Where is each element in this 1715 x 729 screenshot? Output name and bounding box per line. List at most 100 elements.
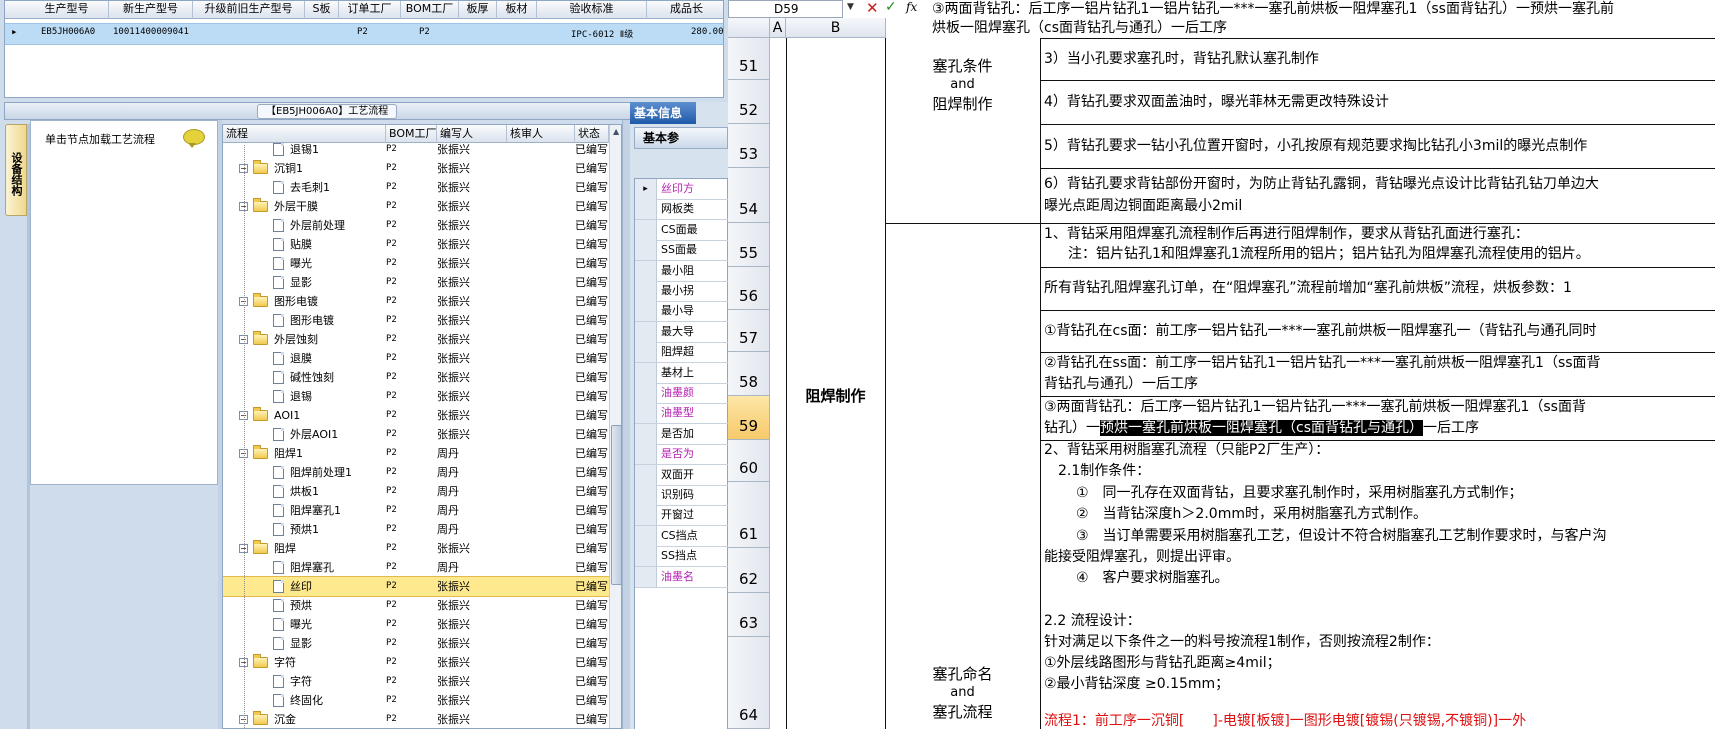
tree-row[interactable]: 退锡1 P2 张振兴 已编写: [223, 140, 609, 159]
row-header[interactable]: 56: [728, 267, 770, 310]
tree-row[interactable]: 退锡 P2 张振兴 已编写: [223, 387, 609, 406]
tree-row[interactable]: 预烘 P2 张振兴 已编写: [223, 596, 609, 615]
category-naming-title[interactable]: 塞孔命名 and 塞孔流程: [885, 664, 1040, 722]
tree-row[interactable]: 碱性蚀刻 P2 张振兴 已编写: [223, 368, 609, 387]
param-row[interactable]: 网板类: [635, 199, 728, 221]
cell-d60-line1[interactable]: 2、背钻采用树脂塞孔流程（只能P2厂生产）：: [1044, 441, 1329, 460]
cell-d55-line2[interactable]: 注：铝片钻孔1和阻焊塞孔1流程所用的铝片；铝片钻孔为阻焊塞孔流程使用的铝片。: [1068, 245, 1590, 264]
select-all-corner[interactable]: [728, 18, 770, 38]
param-row[interactable]: SS挡点: [635, 546, 728, 568]
cell-order-factory[interactable]: P2: [357, 27, 368, 37]
param-row[interactable]: 阻焊超: [635, 342, 728, 364]
param-row[interactable]: CS面最: [635, 219, 728, 241]
param-row[interactable]: 基材上: [635, 362, 728, 384]
cell-d61-line1[interactable]: ① 同一孔存在双面背钻，且要求塞孔制作时，采用树脂塞孔方式制作；: [1076, 484, 1523, 503]
param-row[interactable]: 最小阻: [635, 260, 728, 282]
param-row[interactable]: 开窗过: [635, 505, 728, 527]
row-header[interactable]: 60: [728, 440, 770, 482]
cell-d64-line2[interactable]: 针对满足以下条件之一的料号按流程1制作，否则按流程2制作：: [1044, 633, 1440, 652]
tree-row[interactable]: 外层前处理 P2 张振兴 已编写: [223, 216, 609, 235]
cell-prod-model[interactable]: EB5JH006A0: [41, 27, 95, 37]
tree-row[interactable]: − 阻焊1 P2 周丹 已编写: [223, 444, 609, 463]
cell-d63-line1[interactable]: ④ 客户要求树脂塞孔。: [1076, 569, 1229, 588]
col-material[interactable]: 板材: [497, 1, 537, 19]
tree-row[interactable]: 终固化 P2 张振兴 已编写: [223, 691, 609, 710]
param-row[interactable]: 最小导: [635, 301, 728, 323]
cell-standard[interactable]: IPC-6012 Ⅱ级: [571, 27, 633, 40]
row-header[interactable]: 53: [728, 124, 770, 168]
tree-row[interactable]: 阻焊前处理1 P2 周丹 已编写: [223, 463, 609, 482]
col-standard[interactable]: 验收标准: [537, 1, 647, 19]
row-header[interactable]: 64: [728, 637, 770, 729]
tree-row[interactable]: 退膜 P2 张振兴 已编写: [223, 349, 609, 368]
param-row[interactable]: 是否加: [635, 423, 728, 445]
row-header[interactable]: 54: [728, 168, 770, 223]
speech-bubble-icon[interactable]: [183, 129, 205, 148]
selected-text[interactable]: 预烘一塞孔前烘板一阻焊塞孔（cs面背钻孔与通孔）: [1100, 420, 1423, 436]
scroll-thumb[interactable]: [611, 425, 621, 585]
tree-row[interactable]: − 字符 P2 张振兴 已编写: [223, 653, 609, 672]
param-row[interactable]: 油墨型: [635, 403, 728, 425]
panel-splitter-right[interactable]: [622, 120, 630, 729]
tree-row[interactable]: 贴膜 P2 张振兴 已编写: [223, 235, 609, 254]
col-order-factory[interactable]: 订单工厂: [339, 1, 401, 19]
tab-basic-info[interactable]: 基本信息: [630, 102, 696, 124]
param-row[interactable]: CS挡点: [635, 525, 728, 547]
tree-scrollbar[interactable]: ▲: [609, 125, 621, 728]
col-s-board[interactable]: S板: [305, 1, 339, 19]
row-header[interactable]: 51: [728, 38, 770, 80]
tab-equipment-structure[interactable]: 设备结构: [5, 124, 27, 216]
row-header[interactable]: 63: [728, 593, 770, 637]
param-row[interactable]: SS面最: [635, 240, 728, 262]
param-row[interactable]: 油墨颜: [635, 383, 728, 404]
row-header[interactable]: 62: [728, 548, 770, 593]
tree-row[interactable]: − 外层蚀刻 P2 张振兴 已编写: [223, 330, 609, 349]
tree-row[interactable]: 丝印 P2 张振兴 已编写: [223, 576, 610, 597]
tab-basic-params[interactable]: 基本参: [634, 127, 728, 149]
click-hint[interactable]: 单击节点加载工艺流程: [45, 131, 155, 147]
tree-row[interactable]: − 沉金 P2 张振兴 已编写: [223, 710, 609, 728]
cell-d53[interactable]: 5）背钻孔要求一钻小孔位置开窗时，小孔按原有规范要求掏比钻孔小3mil的曝光点制…: [1044, 137, 1587, 156]
cell-d64-line5[interactable]: 流程1：前工序一沉铜[ ]-电镀[板镀]一图形电镀[镀锡(只镀锡,不镀铜)]一外: [1044, 712, 1526, 729]
tree-row[interactable]: 字符 P2 张振兴 已编写: [223, 672, 609, 691]
row-header[interactable]: 58: [728, 352, 770, 396]
param-row[interactable]: 是否为: [635, 444, 728, 466]
param-row[interactable]: 双面开: [635, 464, 728, 486]
tree-row[interactable]: 阻焊塞孔1 P2 周丹 已编写: [223, 501, 609, 520]
tree-row[interactable]: 外层AOI1 P2 张振兴 已编写: [223, 425, 609, 444]
cell-d64-line3[interactable]: ①外层线路图形与背钻孔距离≥4mil；: [1044, 654, 1281, 673]
tree-row[interactable]: 阻焊塞孔 P2 周丹 已编写: [223, 558, 609, 577]
cell-d54-line2[interactable]: 曝光点距周边铜面距离最小2mil: [1044, 197, 1242, 216]
col-bom-factory[interactable]: BOM工厂: [401, 1, 459, 19]
category-cond-title[interactable]: 塞孔条件 and 阻焊制作: [885, 56, 1040, 114]
column-header-a[interactable]: A: [770, 18, 786, 38]
merged-cell-b[interactable]: 阻焊制作: [786, 386, 885, 406]
param-row[interactable]: 最小拐: [635, 281, 728, 302]
tree-row[interactable]: − 图形电镀 P2 张振兴 已编写: [223, 292, 609, 311]
col-old-model[interactable]: 升级前旧生产型号: [193, 1, 305, 19]
check-icon[interactable]: ✓: [885, 0, 897, 15]
name-box[interactable]: D59: [728, 0, 843, 18]
cell-d62-line1[interactable]: ③ 当订单需要采用树脂塞孔工艺，但设计不符合树脂塞孔工艺制作要求时，与客户沟: [1076, 527, 1607, 546]
tree-row[interactable]: 去毛刺1 P2 张振兴 已编写: [223, 178, 609, 197]
tree-row[interactable]: 显影 P2 张振兴 已编写: [223, 273, 609, 292]
cell-d64-line4[interactable]: ②最小背钻深度 ≥0.15mm；: [1044, 675, 1229, 694]
tree-row[interactable]: 图形电镀 P2 张振兴 已编写: [223, 311, 609, 330]
tree-row[interactable]: − 沉铜1 P2 张振兴 已编写: [223, 159, 609, 178]
close-icon[interactable]: ✕: [866, 0, 879, 17]
row-header[interactable]: 61: [728, 482, 770, 548]
cell-d57[interactable]: ①背钻孔在cs面：前工序一铝片钻孔一***一塞孔前烘板一阻焊塞孔一（背钻孔与通孔…: [1044, 322, 1597, 341]
cell-new-model[interactable]: 10011400009041: [113, 27, 189, 37]
cell-d55-line1[interactable]: 1、背钻采用阻焊塞孔流程制作后再进行阻焊制作，要求从背钻孔面进行塞孔：: [1044, 225, 1529, 244]
cell-bom-factory[interactable]: P2: [419, 27, 430, 37]
tree-row[interactable]: − 阻焊 P2 张振兴 已编写: [223, 539, 609, 558]
tree-row[interactable]: 烘板1 P2 周丹 已编写: [223, 482, 609, 501]
col-thickness[interactable]: 板厚: [459, 1, 497, 19]
function-icon[interactable]: fx: [906, 0, 917, 14]
row-header[interactable]: 57: [728, 310, 770, 352]
cell-d51[interactable]: 3）当小孔要求塞孔时，背钻孔默认塞孔制作: [1044, 50, 1319, 69]
column-header-b[interactable]: B: [786, 18, 886, 38]
cell-d62-line2[interactable]: 能接受阻焊塞孔，则提出评审。: [1044, 548, 1240, 567]
tree-row[interactable]: − AOI1 P2 张振兴 已编写: [223, 406, 609, 425]
cell-d59-line1[interactable]: ③两面背钻孔：后工序一铝片钻孔1一铝片钻孔一***一塞孔前烘板一阻焊塞孔1（ss…: [1044, 398, 1586, 417]
